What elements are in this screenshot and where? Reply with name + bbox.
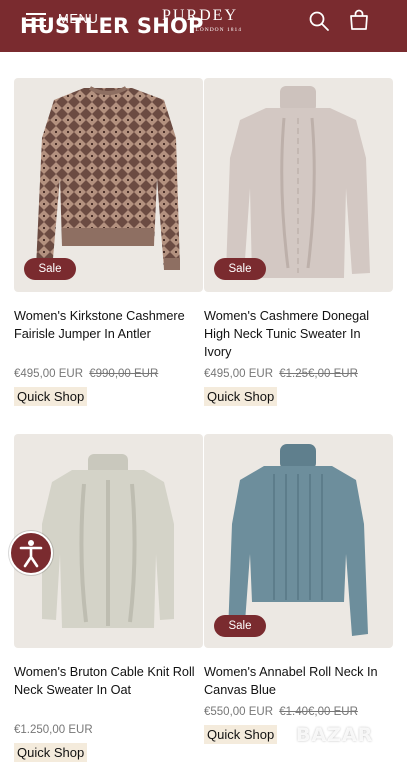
sale-price: €550,00 EUR: [204, 706, 274, 718]
product-image[interactable]: Sale: [204, 434, 393, 648]
quick-shop-button[interactable]: Quick Shop: [14, 387, 88, 406]
shop-overlay-title: HUSTLER SHOP: [20, 14, 204, 38]
product-title[interactable]: Women's Kirkstone Cashmere Fairisle Jump…: [14, 307, 200, 343]
price-row: €550,00 EUR €1.40€,00 EUR: [204, 706, 358, 718]
watermark: BAZAR: [296, 724, 374, 746]
sale-price: €495,00 EUR: [204, 368, 274, 380]
quick-shop-button[interactable]: Quick Shop: [14, 743, 88, 762]
sale-badge: Sale: [24, 258, 76, 280]
product-image[interactable]: Sale: [14, 78, 203, 292]
sale-badge: Sale: [214, 615, 266, 637]
accessibility-icon: [19, 540, 43, 568]
site-header: MENU PURDEY LONDON 1814 HUSTLER SHOP: [0, 0, 407, 52]
product-image[interactable]: Sale: [204, 78, 393, 292]
product-title[interactable]: Women's Annabel Roll Neck In Canvas Blue: [204, 663, 390, 699]
price: €1.250,00 EUR: [14, 724, 93, 736]
quick-shop-button[interactable]: Quick Shop: [204, 725, 278, 744]
price-row: €495,00 EUR €990,00 EUR: [14, 368, 158, 380]
price-row: €1.250,00 EUR: [14, 724, 93, 736]
search-icon[interactable]: [308, 10, 330, 32]
original-price: €1.40€,00 EUR: [279, 706, 358, 718]
quick-shop-button[interactable]: Quick Shop: [204, 387, 278, 406]
original-price: €1.25€,00 EUR: [279, 368, 358, 380]
accessibility-button[interactable]: [9, 531, 53, 575]
sale-price: €495,00 EUR: [14, 368, 84, 380]
product-title[interactable]: Women's Bruton Cable Knit Roll Neck Swea…: [14, 663, 200, 699]
cart-icon[interactable]: [347, 8, 371, 32]
sale-badge: Sale: [214, 258, 266, 280]
price-row: €495,00 EUR €1.25€,00 EUR: [204, 368, 358, 380]
original-price: €990,00 EUR: [89, 368, 159, 380]
product-title[interactable]: Women's Cashmere Donegal High Neck Tunic…: [204, 307, 390, 361]
